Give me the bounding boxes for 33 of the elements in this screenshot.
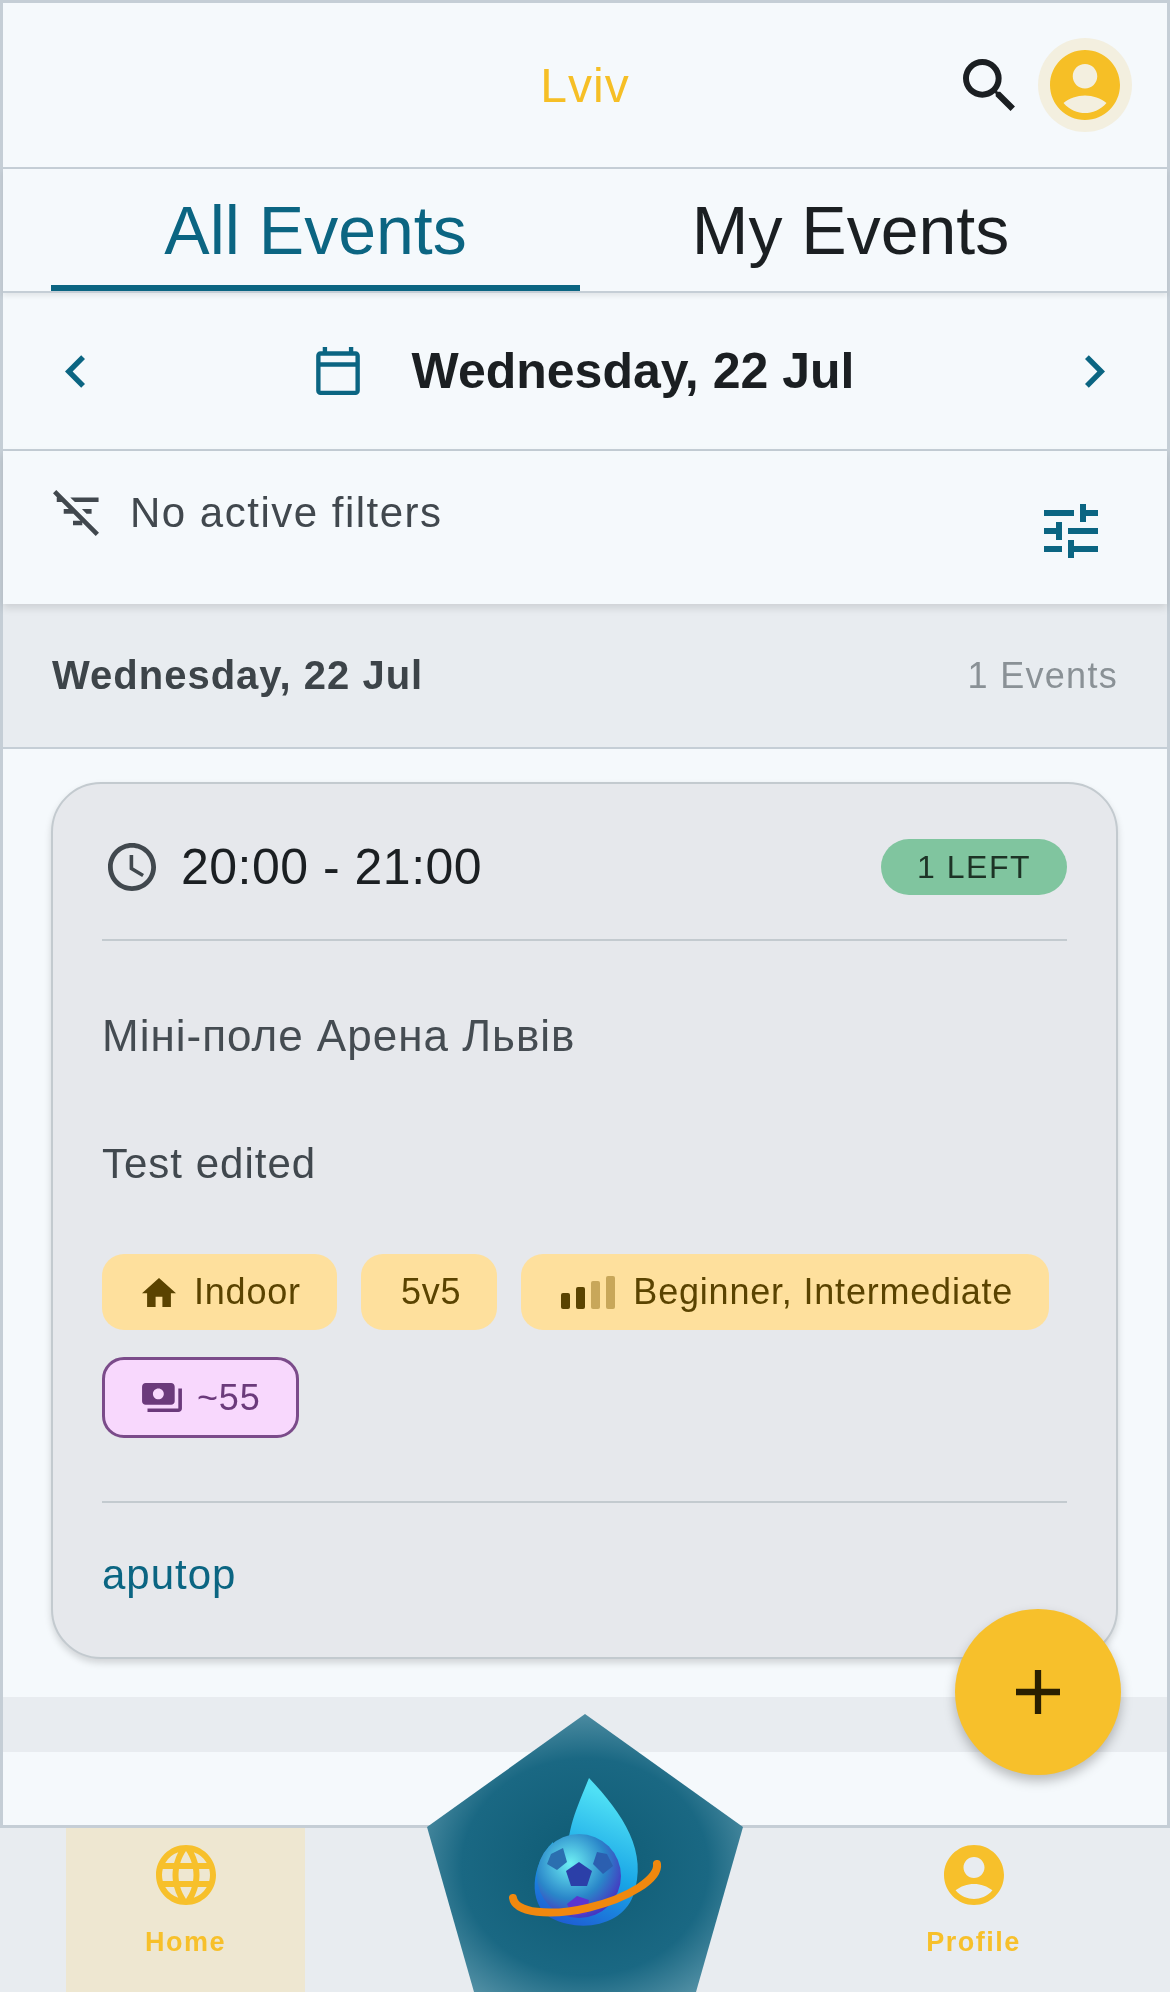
event-time: 20:00 - 21:00 bbox=[181, 838, 483, 896]
clock-icon bbox=[108, 843, 156, 891]
house-icon bbox=[142, 1277, 176, 1307]
search-icon[interactable] bbox=[963, 59, 1015, 111]
event-count: 1 Events bbox=[967, 654, 1118, 697]
filter-status-text: No active filters bbox=[130, 489, 443, 537]
pentagon-logo-button[interactable] bbox=[427, 1714, 743, 1992]
flaming-ball-icon bbox=[509, 1778, 661, 1926]
person-icon bbox=[1050, 50, 1120, 120]
day-header-date: Wednesday, 22 Jul bbox=[52, 653, 424, 698]
organizer-link[interactable]: aputop bbox=[102, 1547, 237, 1603]
spots-left-badge: 1 LEFT bbox=[881, 839, 1067, 895]
chevron-left-icon[interactable] bbox=[65, 354, 85, 388]
tag-text: Indoor bbox=[194, 1271, 301, 1313]
tag-text: ~55 bbox=[197, 1376, 261, 1419]
tag-text: Beginner, Intermediate bbox=[633, 1271, 1014, 1313]
selected-date[interactable]: Wednesday, 22 Jul bbox=[411, 342, 855, 400]
signal-bars-icon bbox=[561, 1275, 616, 1309]
chevron-right-icon[interactable] bbox=[1085, 354, 1105, 388]
plus-icon bbox=[1016, 1670, 1060, 1714]
tag-text: 5v5 bbox=[400, 1271, 462, 1313]
venue-name: Міні-поле Арена Львів bbox=[102, 1010, 576, 1062]
sliders-icon[interactable] bbox=[1044, 504, 1098, 558]
city-title: Lviv bbox=[540, 57, 630, 113]
tab[interactable]: All Events bbox=[51, 169, 580, 291]
event-card[interactable]: 20:00 - 21:00 1 LEFT Міні-поле Арена Львів Test edited Indoor 5v5 Beginner, Intermediate ~55 aputop bbox=[51, 782, 1118, 1659]
event-description: Test edited bbox=[102, 1139, 317, 1189]
filter-off-icon bbox=[53, 490, 99, 536]
person-icon bbox=[943, 1845, 1004, 1905]
calendar-icon[interactable] bbox=[315, 347, 360, 395]
cash-icon bbox=[142, 1383, 182, 1412]
globe-icon bbox=[155, 1845, 216, 1905]
tab[interactable]: My Events bbox=[586, 169, 1115, 291]
